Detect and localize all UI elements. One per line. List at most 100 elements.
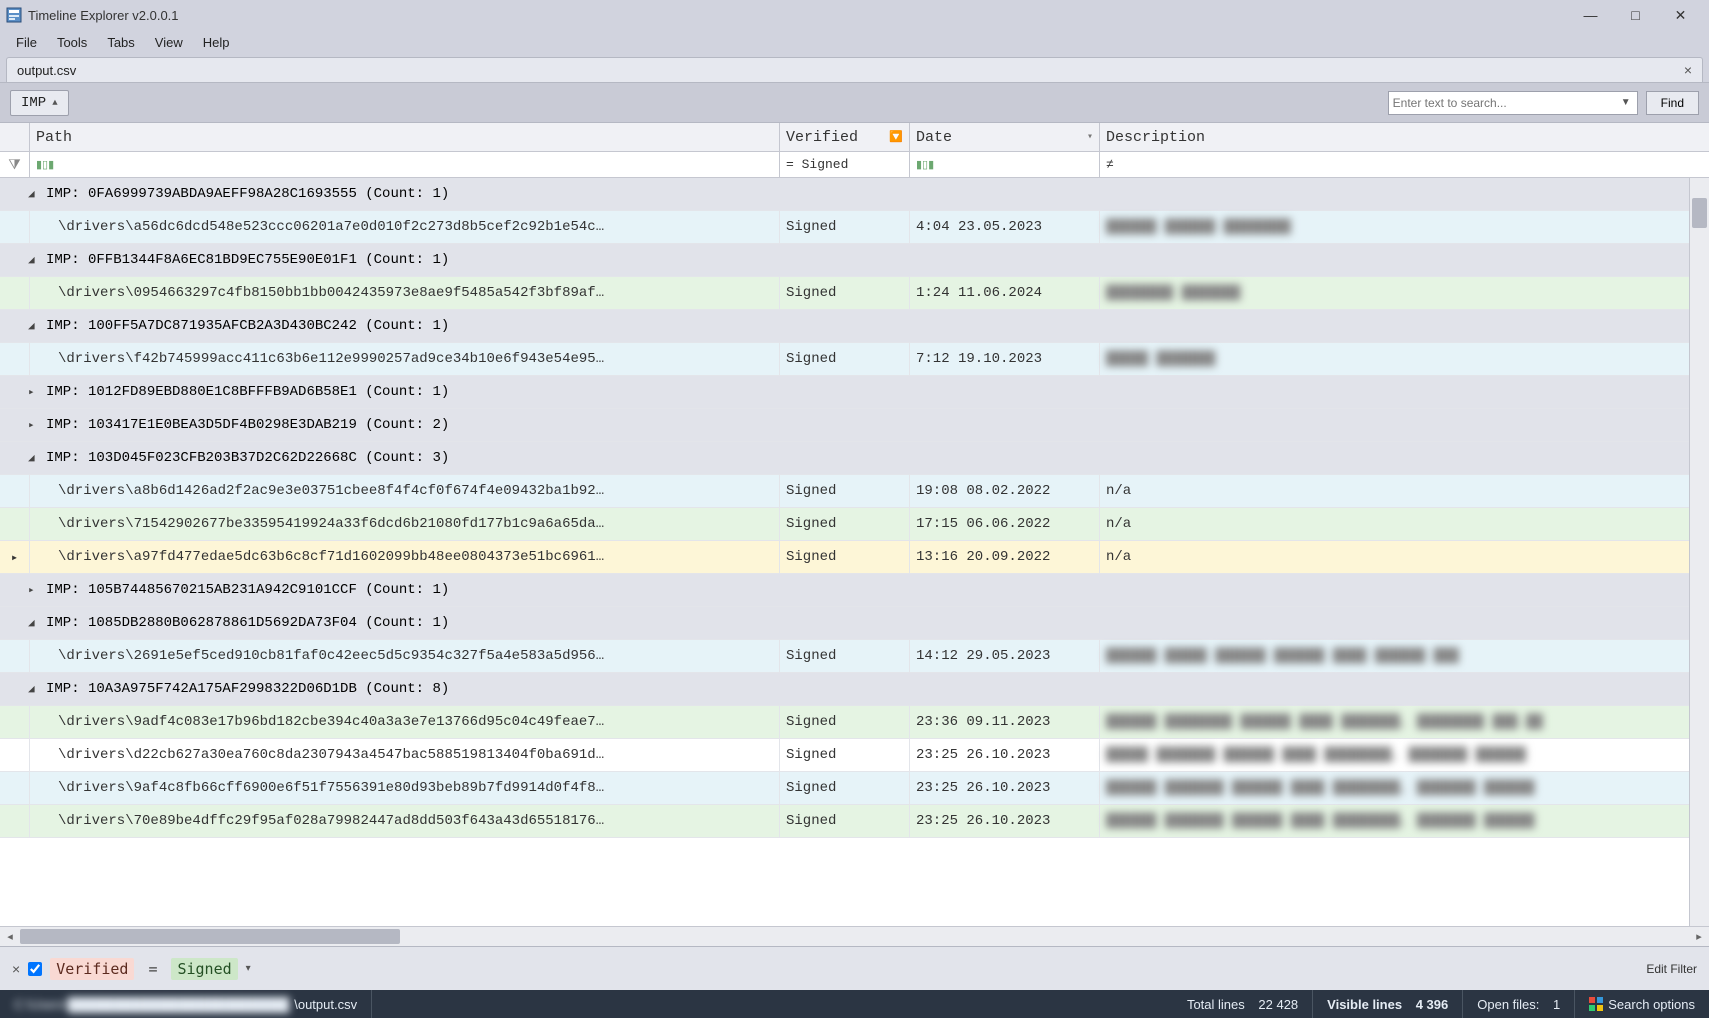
filter-verified[interactable]: = Signed — [780, 152, 910, 177]
collapse-icon[interactable]: ◢ — [28, 616, 40, 630]
menu-tabs[interactable]: Tabs — [97, 32, 144, 53]
scroll-left-icon[interactable]: ◂ — [0, 930, 20, 943]
expand-icon[interactable]: ▸ — [28, 418, 40, 432]
column-row-indicator[interactable] — [0, 123, 30, 151]
cell-path: \drivers\9af4c8fb66cff6900e6f51f7556391e… — [30, 772, 780, 804]
table-row[interactable]: ▸\drivers\a97fd477edae5dc63b6c8cf71d1602… — [0, 541, 1709, 574]
column-description[interactable]: Description — [1100, 123, 1709, 151]
tab-close-icon[interactable]: × — [1684, 62, 1692, 78]
column-date[interactable]: Date▾ — [910, 123, 1100, 151]
collapse-icon[interactable]: ◢ — [28, 187, 40, 201]
collapse-icon[interactable]: ◢ — [28, 682, 40, 696]
grid-body: ◢IMP: 0FA6999739ABDA9AEFF98A28C1693555 (… — [0, 178, 1709, 926]
table-row[interactable]: \drivers\a8b6d1426ad2f2ac9e3e03751cbee8f… — [0, 475, 1709, 508]
filter-row-indicator[interactable]: ⧩ — [0, 152, 30, 177]
search-dropdown-icon[interactable]: ▼ — [1619, 97, 1633, 108]
group-row[interactable]: ▸IMP: 1012FD89EBD880E1C8BFFFB9AD6B58E1 (… — [0, 376, 1709, 409]
table-row[interactable]: \drivers\f42b745999acc411c63b6e112e99902… — [0, 343, 1709, 376]
maximize-button[interactable]: □ — [1613, 1, 1658, 29]
tabstrip: output.csv × — [0, 54, 1709, 82]
row-indicator — [0, 475, 30, 507]
table-row[interactable]: \drivers\d22cb627a30ea760c8da2307943a454… — [0, 739, 1709, 772]
expand-icon[interactable]: ▸ — [28, 583, 40, 597]
table-row[interactable]: \drivers\2691e5ef5ced910cb81faf0c42eec5d… — [0, 640, 1709, 673]
search-input[interactable] — [1393, 96, 1619, 110]
vertical-scroll-thumb[interactable] — [1692, 198, 1707, 228]
collapse-icon[interactable]: ◢ — [28, 253, 40, 267]
vertical-scrollbar[interactable] — [1689, 178, 1709, 926]
group-label: IMP: 105B74485670215AB231A942C9101CCF (C… — [46, 582, 449, 598]
status-visible-lines: Visible lines 4 396 — [1313, 990, 1463, 1018]
cell-verified: Signed — [780, 343, 910, 375]
row-indicator — [0, 211, 30, 243]
collapse-icon[interactable]: ◢ — [28, 451, 40, 465]
scroll-right-icon[interactable]: ▸ — [1689, 930, 1709, 943]
status-path: C:\Users\████████████████████████\output… — [0, 990, 372, 1018]
group-row[interactable]: ◢IMP: 0FA6999739ABDA9AEFF98A28C1693555 (… — [0, 178, 1709, 211]
minimize-button[interactable]: — — [1568, 1, 1613, 29]
table-row[interactable]: \drivers\9adf4c083e17b96bd182cbe394c40a3… — [0, 706, 1709, 739]
cell-description: ████████ ███████ — [1100, 277, 1709, 309]
cell-verified: Signed — [780, 475, 910, 507]
dropdown-icon[interactable]: ▾ — [1087, 131, 1093, 143]
table-row[interactable]: \drivers\71542902677be33595419924a33f6dc… — [0, 508, 1709, 541]
tab-output-csv[interactable]: output.csv × — [6, 57, 1703, 82]
group-panel[interactable]: IMP ▲ ▼ Find — [0, 82, 1709, 122]
filter-history-dropdown-icon[interactable]: ▾ — [246, 963, 251, 974]
group-label: IMP: 0FFB1344F8A6EC81BD9EC755E90E01F1 (C… — [46, 252, 449, 268]
edit-filter-link[interactable]: Edit Filter — [1646, 962, 1697, 976]
row-indicator — [0, 640, 30, 672]
table-row[interactable]: \drivers\9af4c8fb66cff6900e6f51f7556391e… — [0, 772, 1709, 805]
group-cell: ◢IMP: 100FF5A7DC871935AFCB2A3D430BC242 (… — [0, 310, 1709, 342]
group-row[interactable]: ◢ IMP: 0FFB1344F8A6EC81BD9EC755E90E01F1 (… — [0, 244, 1709, 277]
cell-date: 19:08 08.02.2022 — [910, 475, 1100, 507]
group-row[interactable]: ▸ IMP: 105B74485670215AB231A942C9101CCF (… — [0, 574, 1709, 607]
horizontal-scrollbar[interactable]: ◂ ▸ — [0, 926, 1709, 946]
filter-token-value[interactable]: Signed — [171, 958, 237, 980]
horizontal-scroll-thumb[interactable] — [20, 929, 400, 944]
menu-file[interactable]: File — [6, 32, 47, 53]
rows-viewport[interactable]: ◢IMP: 0FA6999739ABDA9AEFF98A28C1693555 (… — [0, 178, 1709, 838]
cell-date: 1:24 11.06.2024 — [910, 277, 1100, 309]
group-row[interactable]: ◢IMP: 10A3A975F742A175AF2998322D06D1DB (… — [0, 673, 1709, 706]
cell-description: ██████ ██████ ████████ — [1100, 211, 1709, 243]
filter-description[interactable]: ≠ — [1100, 152, 1709, 177]
column-path[interactable]: Path — [30, 123, 780, 151]
cell-verified: Signed — [780, 211, 910, 243]
cell-path: \drivers\9adf4c083e17b96bd182cbe394c40a3… — [30, 706, 780, 738]
search-box[interactable]: ▼ — [1388, 91, 1638, 115]
cell-path: \drivers\70e89be4dffc29f95af028a79982447… — [30, 805, 780, 837]
app-icon — [6, 7, 22, 23]
table-row[interactable]: \drivers\70e89be4dffc29f95af028a79982447… — [0, 805, 1709, 838]
group-row[interactable]: ◢IMP: 100FF5A7DC871935AFCB2A3D430BC242 (… — [0, 310, 1709, 343]
cell-path: \drivers\d22cb627a30ea760c8da2307943a454… — [30, 739, 780, 771]
find-button[interactable]: Find — [1646, 91, 1699, 115]
group-row[interactable]: ◢ IMP: 103D045F023CFB203B37D2C62D22668C (… — [0, 442, 1709, 475]
filter-date[interactable]: ▮▯▮ — [910, 152, 1100, 177]
group-label: IMP: 103D045F023CFB203B37D2C62D22668C (C… — [46, 450, 449, 466]
cell-path: \drivers\f42b745999acc411c63b6e112e99902… — [30, 343, 780, 375]
filter-enabled-checkbox[interactable] — [28, 962, 42, 976]
filter-icon[interactable]: 🔽 — [889, 130, 903, 144]
group-cell: ▸ IMP: 105B74485670215AB231A942C9101CCF (… — [0, 574, 1709, 606]
row-indicator — [0, 805, 30, 837]
group-chip-label: IMP — [21, 95, 46, 111]
menu-view[interactable]: View — [145, 32, 193, 53]
cell-path: \drivers\2691e5ef5ced910cb81faf0c42eec5d… — [30, 640, 780, 672]
table-row[interactable]: \drivers\0954663297c4fb8150bb1bb00424359… — [0, 277, 1709, 310]
filter-path[interactable]: ▮▯▮ — [30, 152, 780, 177]
menu-tools[interactable]: Tools — [47, 32, 97, 53]
horizontal-scroll-track[interactable] — [20, 927, 1689, 946]
close-button[interactable]: ✕ — [1658, 1, 1703, 29]
group-chip-imp[interactable]: IMP ▲ — [10, 90, 69, 116]
status-search-options[interactable]: Search options — [1575, 990, 1709, 1018]
table-row[interactable]: \drivers\a56dc6dcd548e523ccc06201a7e0d01… — [0, 211, 1709, 244]
filter-token-field[interactable]: Verified — [50, 958, 134, 980]
column-verified[interactable]: Verified🔽 — [780, 123, 910, 151]
menu-help[interactable]: Help — [193, 32, 240, 53]
filter-close-icon[interactable]: × — [12, 961, 20, 977]
group-row[interactable]: ◢IMP: 1085DB2880B062878861D5692DA73F04 (… — [0, 607, 1709, 640]
group-row[interactable]: ▸IMP: 103417E1E0BEA3D5DF4B0298E3DAB219 (… — [0, 409, 1709, 442]
collapse-icon[interactable]: ◢ — [28, 319, 40, 333]
expand-icon[interactable]: ▸ — [28, 385, 40, 399]
